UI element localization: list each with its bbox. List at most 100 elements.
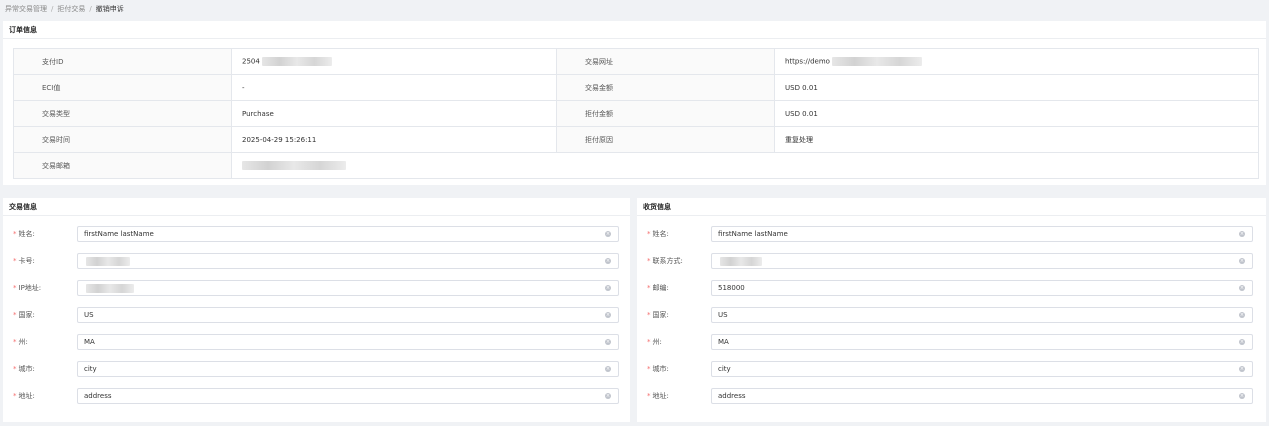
city-field[interactable]: × xyxy=(711,361,1253,377)
circle-close-icon[interactable]: × xyxy=(605,285,611,291)
field-label: * 城市: xyxy=(13,365,35,373)
trade-amount-value: USD 0.01 xyxy=(774,74,1259,101)
breadcrumb-item-exception-mgmt[interactable]: 异常交易管理 xyxy=(5,5,47,13)
circle-close-icon[interactable]: × xyxy=(1239,339,1245,345)
breadcrumb-separator: / xyxy=(51,5,54,13)
contact-input[interactable] xyxy=(712,254,1252,268)
trade-amount-label: 交易金额 xyxy=(556,74,775,101)
form-row-name: *姓名: × xyxy=(3,226,630,242)
masked-value xyxy=(86,257,130,266)
table-row: ECI值 - 交易金额 USD 0.01 xyxy=(13,74,1259,101)
city-field[interactable]: × xyxy=(77,361,619,377)
circle-close-icon[interactable]: × xyxy=(1239,393,1245,399)
order-info-card: 订单信息 支付ID 2504 交易网址 https://demo ECI值 - … xyxy=(3,21,1266,185)
chargeback-reason-label: 拒付原因 xyxy=(556,126,775,153)
masked-value xyxy=(261,57,332,66)
circle-close-icon[interactable]: × xyxy=(605,366,611,372)
name-field[interactable]: × xyxy=(711,226,1253,242)
field-label: * 地址: xyxy=(647,392,669,400)
form-row-country: *国家: × xyxy=(3,307,630,323)
country-input[interactable] xyxy=(78,308,618,322)
field-label: * 姓名: xyxy=(647,230,669,238)
address-input[interactable] xyxy=(78,389,618,403)
address-input[interactable] xyxy=(712,389,1252,403)
breadcrumb-item-chargeback[interactable]: 拒付交易 xyxy=(57,5,85,13)
field-label: * 卡号: xyxy=(13,257,35,265)
form-row-country: *国家: × xyxy=(637,307,1266,323)
state-input[interactable] xyxy=(78,335,618,349)
required-star: * xyxy=(647,284,651,292)
circle-close-icon[interactable]: × xyxy=(605,339,611,345)
circle-close-icon[interactable]: × xyxy=(1239,231,1245,237)
form-row-contact: * 联系方式: × xyxy=(637,253,1266,269)
circle-close-icon[interactable]: × xyxy=(1239,258,1245,264)
field-label: * 国家: xyxy=(13,311,35,319)
circle-close-icon[interactable]: × xyxy=(1239,285,1245,291)
masked-value xyxy=(831,57,922,66)
circle-close-icon[interactable]: × xyxy=(1239,312,1245,318)
required-star: * xyxy=(647,365,651,373)
state-field[interactable]: × xyxy=(711,334,1253,350)
eci-label: ECI值 xyxy=(13,74,232,101)
state-field[interactable]: × xyxy=(77,334,619,350)
trade-url-label: 交易网址 xyxy=(556,48,775,75)
order-info-title: 订单信息 xyxy=(3,21,1266,39)
required-star: * xyxy=(13,257,17,265)
name-input[interactable] xyxy=(78,227,618,241)
form-row-card-number: * 卡号: × xyxy=(3,253,630,269)
card-number-field[interactable]: × xyxy=(77,253,619,269)
table-row: 支付ID 2504 交易网址 https://demo xyxy=(13,48,1259,75)
table-row: 交易邮箱 xyxy=(13,152,1259,179)
required-star: * xyxy=(13,311,17,319)
required-star: * xyxy=(647,230,651,238)
ip-field[interactable]: × xyxy=(77,280,619,296)
address-field[interactable]: × xyxy=(711,388,1253,404)
circle-close-icon[interactable]: × xyxy=(605,231,611,237)
form-row-address: *地址: × xyxy=(637,388,1266,404)
chargeback-reason-value: 重复处理 xyxy=(774,126,1259,153)
field-label: * 国家: xyxy=(647,311,669,319)
required-star: * xyxy=(647,392,651,400)
contact-field[interactable]: × xyxy=(711,253,1253,269)
field-label: * 地址: xyxy=(13,392,35,400)
form-row-city: *城市: × xyxy=(637,361,1266,377)
trade-time-value: 2025-04-29 15:26:11 xyxy=(231,126,557,153)
masked-value xyxy=(242,161,346,170)
ip-input[interactable] xyxy=(78,281,618,295)
masked-value xyxy=(720,257,762,266)
form-row-zip: *邮编: × xyxy=(637,280,1266,296)
city-input[interactable] xyxy=(78,362,618,376)
form-row-name: *姓名: × xyxy=(637,226,1266,242)
field-label: * 邮编: xyxy=(647,284,669,292)
shipping-info-card: 收货信息 *姓名: × *联系方式: × *邮编: × *国家: × *州: ×… xyxy=(637,198,1266,422)
circle-close-icon[interactable]: × xyxy=(605,258,611,264)
city-input[interactable] xyxy=(712,362,1252,376)
name-input[interactable] xyxy=(712,227,1252,241)
order-info-table: 支付ID 2504 交易网址 https://demo ECI值 - 交易金额 … xyxy=(13,48,1259,179)
country-field[interactable]: × xyxy=(711,307,1253,323)
shipping-info-title: 收货信息 xyxy=(637,198,1266,216)
field-label: * 州: xyxy=(13,338,28,346)
field-label: * 州: xyxy=(647,338,662,346)
state-input[interactable] xyxy=(712,335,1252,349)
zip-field[interactable]: × xyxy=(711,280,1253,296)
table-row: 交易类型 Purchase 拒付金额 USD 0.01 xyxy=(13,100,1259,127)
name-field[interactable]: × xyxy=(77,226,619,242)
address-field[interactable]: × xyxy=(77,388,619,404)
circle-close-icon[interactable]: × xyxy=(1239,366,1245,372)
card-number-input[interactable] xyxy=(78,254,618,268)
zip-input[interactable] xyxy=(712,281,1252,295)
field-label: * 城市: xyxy=(647,365,669,373)
masked-value xyxy=(86,284,134,293)
field-label: * 姓名: xyxy=(13,230,35,238)
trade-info-card: 交易信息 *姓名: × *卡号: × *IP地址: × *国家: × *州: ×… xyxy=(3,198,630,422)
circle-close-icon[interactable]: × xyxy=(605,312,611,318)
circle-close-icon[interactable]: × xyxy=(605,393,611,399)
form-row-ip: * IP地址: × xyxy=(3,280,630,296)
required-star: * xyxy=(13,230,17,238)
country-field[interactable]: × xyxy=(77,307,619,323)
required-star: * xyxy=(13,365,17,373)
trade-url-value: https://demo xyxy=(774,48,1259,75)
country-input[interactable] xyxy=(712,308,1252,322)
form-row-state: *州: × xyxy=(637,334,1266,350)
